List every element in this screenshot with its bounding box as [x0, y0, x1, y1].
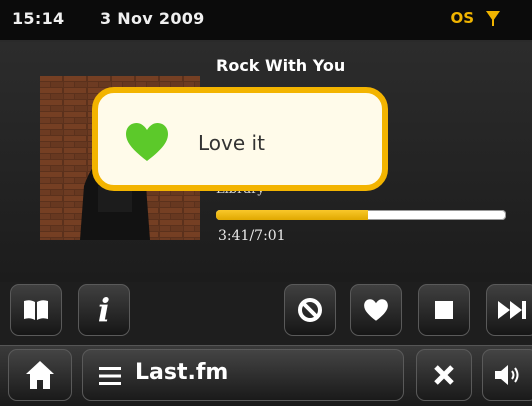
volume-icon [495, 365, 519, 385]
home-button[interactable] [8, 349, 72, 401]
progress-fill [216, 210, 369, 220]
os-indicator: OS [450, 9, 474, 27]
close-icon [434, 365, 454, 385]
status-bar: 15:14 3 Nov 2009 OS [0, 0, 532, 42]
bottom-bar: Last.fm [0, 345, 532, 406]
progress-bar[interactable] [216, 210, 506, 220]
book-icon [24, 300, 48, 320]
ban-icon [298, 298, 322, 322]
close-button[interactable] [416, 349, 472, 401]
volume-button[interactable] [482, 349, 532, 401]
status-time: 15:14 [12, 9, 65, 28]
home-icon [26, 361, 54, 389]
source-menu-button[interactable]: Last.fm [82, 349, 404, 401]
popup-text: Love it [198, 131, 265, 155]
status-icons: OS [450, 9, 502, 27]
status-date: 3 Nov 2009 [100, 9, 205, 28]
info-button[interactable]: i [78, 284, 130, 336]
network-signal-icon [486, 11, 500, 26]
heart-icon [364, 299, 388, 321]
heart-icon [126, 123, 168, 161]
track-title: Rock With You [216, 56, 346, 75]
stop-button[interactable] [418, 284, 470, 336]
info-icon: i [97, 291, 111, 329]
track-time: 3:41/7:01 [218, 228, 286, 244]
stop-icon [435, 301, 453, 319]
skip-next-icon [498, 301, 526, 319]
library-button[interactable] [10, 284, 62, 336]
menu-icon [99, 367, 121, 385]
love-it-popup: Love it [92, 87, 388, 191]
skip-next-button[interactable] [486, 284, 532, 336]
source-label: Last.fm [135, 360, 229, 385]
love-button[interactable] [350, 284, 402, 336]
ban-button[interactable] [284, 284, 336, 336]
